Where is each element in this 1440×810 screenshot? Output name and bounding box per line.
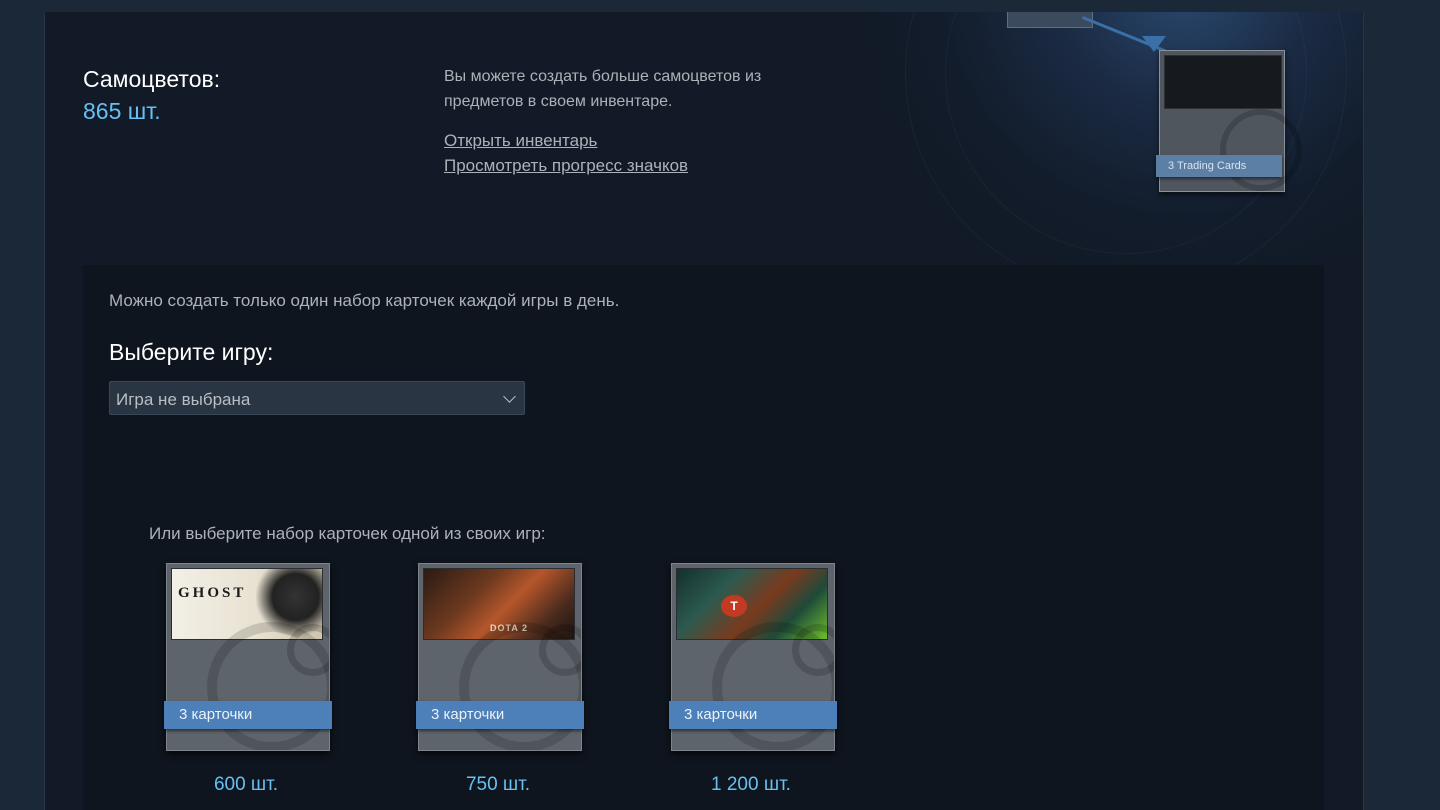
game-card-dota2[interactable]: DOTA 2 3 карточки 750 шт. [416, 561, 586, 795]
trading-cards-promo-card: 3 Trading Cards [1156, 50, 1302, 192]
open-inventory-link[interactable]: Открыть инвентарь [444, 131, 597, 151]
promo-card-label: 3 Trading Cards [1156, 155, 1282, 177]
gems-title: Самоцветов: [83, 66, 221, 92]
steam-logo-icon [1220, 109, 1302, 191]
game-select[interactable]: Игра не выбрана [109, 381, 525, 415]
card-count-ribbon: 3 карточки [164, 701, 332, 729]
game-card-ghost[interactable]: GHOST 3 карточки 600 шт. [164, 561, 334, 795]
gem-price: 600 шт. [213, 774, 279, 795]
card-count-ribbon: 3 карточки [669, 701, 837, 729]
game-card-torchlight[interactable]: T 3 карточки 1 200 шт. [669, 561, 839, 795]
game-select-value: Игра не выбрана [116, 390, 251, 409]
choose-game-heading: Выберите игру: [109, 339, 274, 365]
gems-description: Вы можете создать больше самоцветов из п… [444, 68, 762, 110]
card-screen [1164, 55, 1282, 109]
game-art-title: T [721, 595, 747, 617]
page-frame: Самоцветов: 865 шт. Вы можете создать бо… [44, 12, 1364, 810]
daily-limit-note: Можно создать только один набор карточек… [109, 291, 620, 310]
badge-progress-link[interactable]: Просмотреть прогресс значков [444, 156, 688, 176]
game-boxart-thumbnail [1007, 12, 1093, 28]
game-art-title: GHOST [178, 585, 247, 601]
booster-pack-panel: Можно создать только один набор карточек… [83, 265, 1324, 810]
gems-count: 865 шт. [83, 98, 161, 124]
or-choose-text: Или выберите набор карточек одной из сво… [149, 524, 546, 543]
gem-price: 1 200 шт. [711, 774, 791, 795]
chevron-down-icon [503, 390, 516, 403]
gem-price: 750 шт. [465, 774, 531, 795]
card-count-ribbon: 3 карточки [416, 701, 584, 729]
